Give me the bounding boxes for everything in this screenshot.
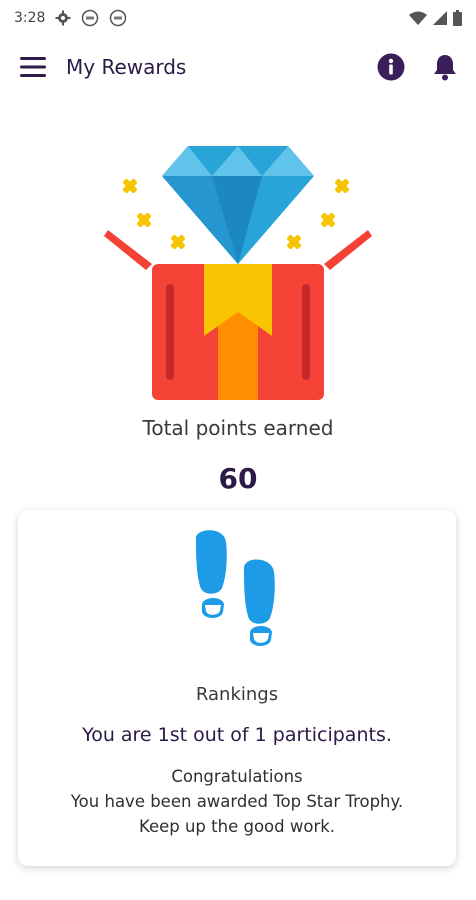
rankings-title: Rankings: [195, 684, 279, 705]
app-notification-icon: [109, 9, 127, 27]
app-bar: My Rewards: [0, 36, 476, 98]
wifi-icon: [409, 11, 427, 25]
sparkle-icon: [123, 179, 137, 193]
app-actions: [376, 52, 460, 82]
bell-icon: [434, 55, 456, 81]
points-value: 60: [218, 462, 258, 495]
sparkle-icon: [321, 213, 335, 227]
status-right: [409, 10, 462, 26]
settings-icon: [55, 10, 71, 26]
page-title: My Rewards: [66, 55, 187, 79]
sparkle-icon: [137, 213, 151, 227]
message-line: Congratulations: [171, 767, 303, 786]
menu-button[interactable]: [16, 52, 50, 82]
info-icon: [377, 53, 405, 81]
app-notification-icon: [81, 9, 99, 27]
battery-icon: [453, 10, 462, 26]
congratulations-message: Congratulations You have been awarded To…: [18, 764, 456, 839]
points-label: Total points earned: [142, 416, 334, 440]
footprints-icon: [188, 528, 288, 652]
sparkle-icon: [287, 235, 301, 249]
ranking-position: You are 1st out of 1 participants.: [82, 724, 392, 746]
ranking-card: Rankings You are 1st out of 1 participan…: [18, 510, 456, 866]
gift-box-diamond-illustration: [100, 140, 376, 410]
status-time: 3:28: [14, 10, 46, 26]
info-button[interactable]: [376, 52, 406, 82]
message-line: Keep up the good work.: [138, 817, 336, 836]
signal-icon: [433, 11, 447, 25]
status-bar: 3:28: [0, 0, 476, 36]
sparkle-icon: [335, 179, 349, 193]
status-left: 3:28: [14, 9, 127, 27]
message-line: You have been awarded Top Star Trophy.: [70, 792, 404, 811]
notifications-button[interactable]: [430, 52, 460, 82]
sparkle-icon: [171, 235, 185, 249]
hamburger-menu-icon: [20, 57, 46, 77]
